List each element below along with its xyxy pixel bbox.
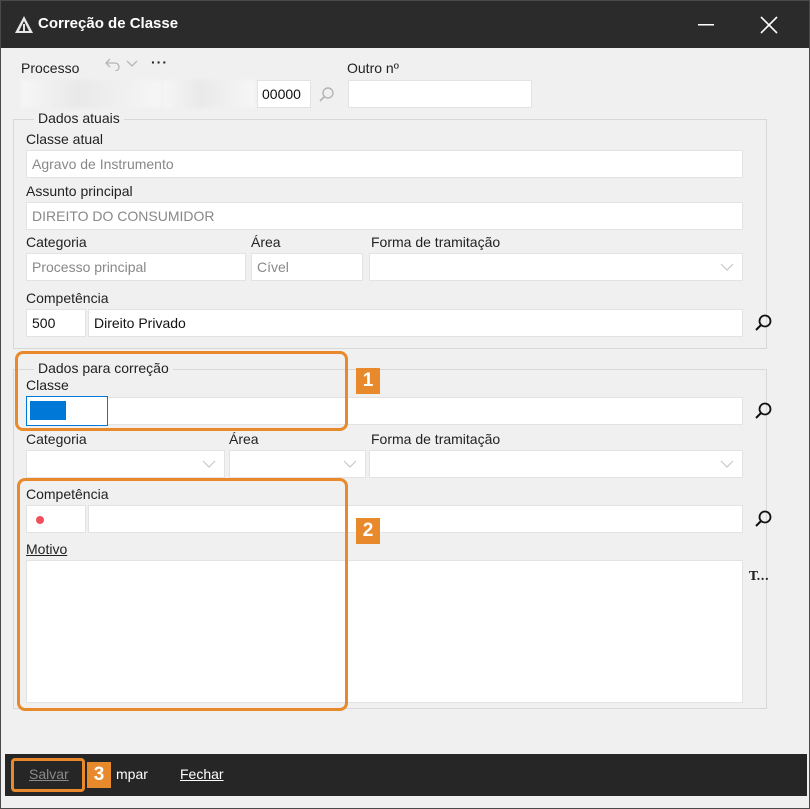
fechar-label: Fechar <box>180 766 224 782</box>
close-button[interactable] <box>744 1 794 48</box>
forma-tramitacao-atual-select <box>369 253 743 281</box>
dialog-content: Processo ··· 00000 Outro nº Dados atuais… <box>5 48 807 754</box>
search-processo-icon[interactable] <box>318 86 335 103</box>
categoria-atual-field: Processo principal <box>26 253 246 281</box>
minimize-button[interactable] <box>681 1 731 48</box>
classe-atual-field: Agravo de Instrumento <box>26 150 743 178</box>
chevron-down-icon <box>343 460 357 468</box>
area-atual-field: Cível <box>251 253 363 281</box>
more-options-button[interactable]: ··· <box>151 54 168 70</box>
competencia-atual-code: 500 <box>26 309 86 337</box>
categoria-atual-label: Categoria <box>26 234 87 250</box>
highlight-box-1 <box>15 351 348 431</box>
chevron-down-icon <box>720 460 734 468</box>
processo-number-part2[interactable] <box>163 80 255 108</box>
outro-numero-label: Outro nº <box>347 60 399 76</box>
chevron-down-icon <box>720 263 734 271</box>
area-select[interactable] <box>229 450 366 478</box>
classe-atual-label: Classe atual <box>26 131 104 147</box>
categoria-select[interactable] <box>26 450 225 478</box>
forma-tramitacao-select[interactable] <box>369 450 743 478</box>
history-dropdown-icon[interactable] <box>126 60 138 68</box>
text-tool-button[interactable]: T... <box>749 569 769 583</box>
search-classe-button[interactable] <box>751 399 775 423</box>
search-competencia-button[interactable] <box>751 507 775 531</box>
categoria-label: Categoria <box>26 431 87 447</box>
limpar-button[interactable]: mpar <box>116 766 148 782</box>
title-bar: Correção de Classe <box>1 1 809 48</box>
annotation-badge-3: 3 <box>87 762 111 788</box>
forma-tramitacao-atual-label: Forma de tramitação <box>371 234 501 250</box>
competencia-atual-field: Direito Privado <box>88 309 743 337</box>
close-icon <box>760 15 778 34</box>
processo-number-origin[interactable]: 00000 <box>257 80 311 108</box>
minimize-icon <box>698 23 714 25</box>
undo-icon[interactable] <box>104 57 122 71</box>
fechar-button[interactable]: Fechar <box>180 766 224 782</box>
search-competencia-atual-button[interactable] <box>751 311 775 335</box>
processo-number-part1[interactable] <box>21 80 161 108</box>
chevron-down-icon <box>202 460 216 468</box>
search-icon <box>755 402 772 419</box>
competencia-atual-label: Competência <box>26 290 109 306</box>
search-icon <box>755 510 772 527</box>
footer-bar: Salvar mpar Fechar 3 <box>5 754 807 796</box>
window-title: Correção de Classe <box>38 15 179 32</box>
app-logo-icon <box>15 16 33 33</box>
highlight-box-3 <box>11 758 85 792</box>
annotation-badge-2: 2 <box>356 518 380 544</box>
processo-label: Processo <box>21 60 80 76</box>
forma-tramitacao-label: Forma de tramitação <box>371 431 501 447</box>
area-atual-label: Área <box>251 234 281 250</box>
dados-atuais-title: Dados atuais <box>34 110 124 126</box>
annotation-badge-1: 1 <box>356 368 380 394</box>
assunto-principal-label: Assunto principal <box>26 183 133 199</box>
highlight-box-2 <box>17 478 348 711</box>
search-icon <box>755 314 772 331</box>
area-label: Área <box>229 431 259 447</box>
outro-numero-input[interactable] <box>348 80 532 108</box>
correcao-classe-dialog: Correção de Classe Processo ··· 00000 Ou… <box>0 0 810 809</box>
assunto-principal-field: DIREITO DO CONSUMIDOR <box>26 202 743 230</box>
